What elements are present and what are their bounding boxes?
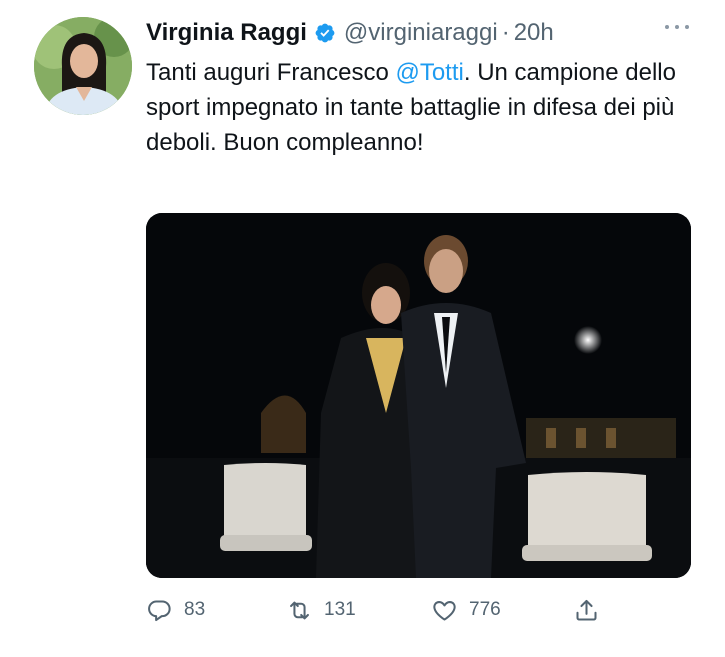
- share-icon: [576, 599, 597, 621]
- reply-button[interactable]: 83: [146, 590, 205, 630]
- like-button[interactable]: 776: [431, 590, 501, 630]
- tweet-photo[interactable]: [146, 213, 691, 578]
- tweet-text-part-1: Tanti auguri Francesco: [146, 59, 396, 86]
- like-count: 776: [469, 599, 501, 620]
- retweet-count: 131: [324, 599, 356, 620]
- author-name[interactable]: Virginia Raggi: [146, 19, 307, 47]
- reply-count: 83: [184, 599, 206, 620]
- avatar-image: [34, 17, 132, 115]
- author-handle[interactable]: @virginiaraggi: [344, 19, 498, 47]
- reply-icon: [148, 599, 171, 621]
- more-options-icon[interactable]: [665, 22, 689, 32]
- mention-link[interactable]: @Totti: [395, 59, 463, 86]
- retweet-icon: [290, 601, 309, 619]
- verified-badge-icon: [315, 23, 335, 43]
- heart-icon: [433, 600, 456, 621]
- tweet-timestamp[interactable]: 20h: [514, 19, 554, 47]
- tweet-header: Virginia Raggi @virginiaraggi · 20h: [146, 16, 554, 50]
- tweet-text: Tanti auguri Francesco @Totti. Un campio…: [146, 55, 686, 160]
- share-button[interactable]: [573, 590, 611, 630]
- author-avatar[interactable]: [34, 17, 132, 115]
- retweet-button[interactable]: 131: [286, 590, 356, 630]
- tweet-actions: 83 131 776: [146, 590, 616, 630]
- header-separator: ·: [501, 19, 510, 46]
- photo-image: [146, 213, 691, 578]
